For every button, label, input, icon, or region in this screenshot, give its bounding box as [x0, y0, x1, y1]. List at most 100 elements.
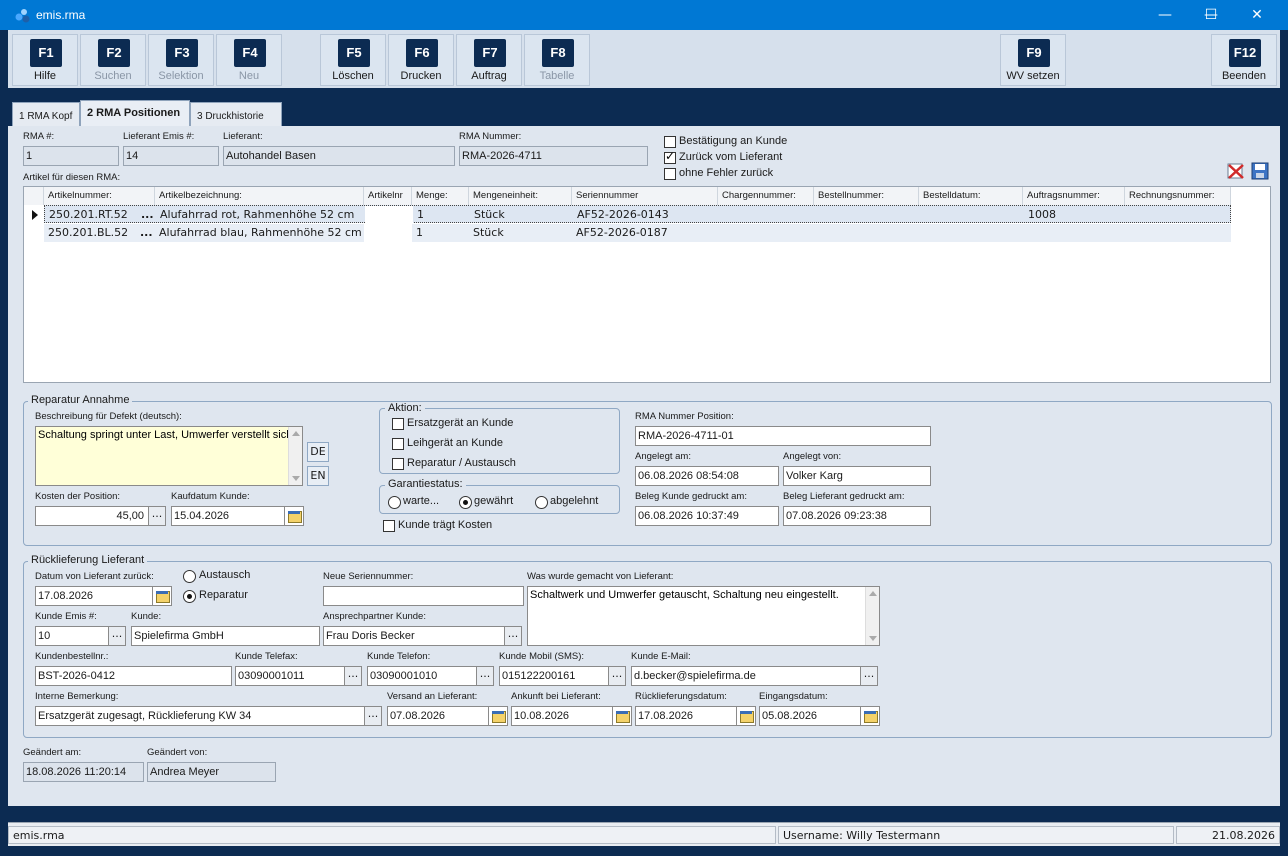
print-button[interactable]: F6 Drucken — [388, 34, 454, 86]
mobil-field[interactable]: 015122200161 — [499, 666, 609, 686]
calendar-icon[interactable] — [860, 706, 880, 726]
save-icon[interactable] — [1251, 162, 1269, 180]
calendar-icon[interactable] — [612, 706, 632, 726]
grid-header-bestellnummer[interactable]: Bestellnummer: — [814, 187, 919, 205]
cell-artikelnr[interactable] — [365, 206, 413, 224]
new-button[interactable]: F4 Neu — [216, 34, 282, 86]
calendar-icon[interactable] — [284, 506, 304, 526]
grid-header-artikelnr[interactable]: Artikelnr — [364, 187, 412, 205]
beschreibung-textarea[interactable]: Schaltung springt unter Last, Umwerfer v… — [35, 426, 303, 486]
table-row[interactable]: 250.201.RT.52 ... Alufahrrad rot, Rahmen… — [44, 205, 1231, 224]
tab-rma-kopf[interactable]: 1 RMA Kopf — [12, 102, 80, 126]
angelegt-am-field[interactable]: 06.08.2026 08:54:08 — [635, 466, 779, 486]
minimize-button-2[interactable]: — — [1142, 0, 1188, 30]
angelegt-von-field[interactable]: Volker Karg — [783, 466, 931, 486]
ankunft-field[interactable]: 10.08.2026 — [511, 706, 613, 726]
rma-position-field[interactable]: RMA-2026-4711-01 — [635, 426, 931, 446]
cell-seriennummer[interactable]: AF52-2026-0143 — [573, 206, 719, 224]
calendar-icon[interactable] — [736, 706, 756, 726]
email-lookup-button[interactable]: ... — [860, 666, 878, 686]
help-button[interactable]: F1 Hilfe — [12, 34, 78, 86]
beschreibung-scrollbar[interactable] — [288, 427, 302, 485]
garantie-gewaehrt-radio[interactable] — [459, 496, 472, 509]
cell-auftragsnummer[interactable]: 1008 — [1024, 206, 1126, 224]
lookup-button[interactable]: ... — [136, 224, 156, 242]
lang-en-button[interactable]: EN — [307, 466, 329, 486]
tab-druckhistorie[interactable]: 3 Druckhistorie — [190, 102, 282, 126]
grid-header-chargennummer[interactable]: Chargennummer: — [718, 187, 814, 205]
lieferant-emis-field[interactable]: 14 — [123, 146, 219, 166]
kunde-kosten-checkbox[interactable] — [383, 520, 395, 532]
lookup-button[interactable]: ... — [137, 206, 157, 224]
ruecklieferungsdatum-field[interactable]: 17.08.2026 — [635, 706, 737, 726]
table-row[interactable]: 250.201.BL.52 ... Alufahrrad blau, Rahme… — [44, 224, 1231, 242]
exit-button[interactable]: F12 Beenden — [1211, 34, 1277, 86]
datum-zurueck-field[interactable]: 17.08.2026 — [35, 586, 153, 606]
telefax-field[interactable]: 03090001011 — [235, 666, 345, 686]
maximize-button[interactable]: ☐ — [1188, 0, 1234, 30]
cell-menge[interactable]: 1 — [413, 206, 470, 224]
grid-header-artikelnummer[interactable]: Artikelnummer: — [44, 187, 155, 205]
leihgeraet-checkbox[interactable] — [392, 438, 404, 450]
beleg-kunde-field[interactable]: 06.08.2026 10:37:49 — [635, 506, 779, 526]
grid-header-mengeneinheit[interactable]: Mengeneinheit: — [469, 187, 572, 205]
kundenbestellnr-field[interactable]: BST-2026-0412 — [35, 666, 232, 686]
mobil-lookup-button[interactable]: ... — [608, 666, 626, 686]
grid-header-artikelbezeichnung[interactable]: Artikelbezeichnung: — [155, 187, 364, 205]
cell-menge[interactable]: 1 — [412, 224, 469, 242]
reparatur-radio[interactable] — [183, 590, 196, 603]
was-gemacht-textarea[interactable]: Schaltwerk und Umwerfer getauscht, Schal… — [527, 586, 880, 646]
grid-header-bestelldatum[interactable]: Bestelldatum: — [919, 187, 1023, 205]
cell-artikelbezeichnung[interactable]: Alufahrrad blau, Rahmenhöhe 52 cm — [155, 224, 364, 242]
close-button[interactable]: ✕ — [1234, 0, 1280, 30]
cell-seriennummer[interactable]: AF52-2026-0187 — [572, 224, 718, 242]
telefon-lookup-button[interactable]: ... — [476, 666, 494, 686]
email-field[interactable]: d.becker@spielefirma.de — [631, 666, 861, 686]
zurueck-checkbox[interactable] — [664, 149, 676, 164]
garantie-warte-radio[interactable] — [388, 496, 401, 509]
geaendert-am-field[interactable]: 18.08.2026 11:20:14 — [23, 762, 144, 782]
bemerkung-field[interactable]: Ersatzgerät zugesagt, Rücklieferung KW 3… — [35, 706, 365, 726]
kunde-emis-field[interactable]: 10 — [35, 626, 109, 646]
delete-row-icon[interactable] — [1227, 162, 1245, 180]
ersatzgeraet-checkbox[interactable] — [392, 418, 404, 430]
ansprechpartner-field[interactable]: Frau Doris Becker — [323, 626, 505, 646]
grid-header-rechnungsnummer[interactable]: Rechnungsnummer: — [1125, 187, 1231, 205]
delete-button[interactable]: F5 Löschen — [320, 34, 386, 86]
ohne-fehler-checkbox[interactable] — [664, 168, 676, 180]
cell-mengeneinheit[interactable]: Stück — [469, 224, 572, 242]
calendar-icon[interactable] — [488, 706, 508, 726]
kosten-field[interactable]: 45,00 — [35, 506, 149, 526]
search-button[interactable]: F2 Suchen — [80, 34, 146, 86]
kunde-lookup-button[interactable]: ... — [108, 626, 126, 646]
geaendert-von-field[interactable]: Andrea Meyer — [147, 762, 276, 782]
cell-mengeneinheit[interactable]: Stück — [470, 206, 573, 224]
eingangsdatum-field[interactable]: 05.08.2026 — [759, 706, 861, 726]
garantie-abgelehnt-radio[interactable] — [535, 496, 548, 509]
grid-header-menge[interactable]: Menge: — [412, 187, 469, 205]
lieferant-field[interactable]: Autohandel Basen — [223, 146, 455, 166]
versand-field[interactable]: 07.08.2026 — [387, 706, 489, 726]
kaufdatum-field[interactable]: 15.04.2026 — [171, 506, 285, 526]
tab-rma-positionen[interactable]: 2 RMA Positionen — [80, 100, 190, 127]
telefax-lookup-button[interactable]: ... — [344, 666, 362, 686]
set-followup-button[interactable]: F9 WV setzen — [1000, 34, 1066, 86]
table-button[interactable]: F8 Tabelle — [524, 34, 590, 86]
was-gemacht-scrollbar[interactable] — [865, 587, 879, 645]
rma-nummer-field[interactable]: RMA-2026-4711 — [459, 146, 648, 166]
bestaetigung-checkbox[interactable] — [664, 136, 676, 148]
beleg-lieferant-field[interactable]: 07.08.2026 09:23:38 — [783, 506, 931, 526]
rma-field[interactable]: 1 — [23, 146, 119, 166]
neue-seriennummer-field[interactable] — [323, 586, 524, 606]
reparatur-austausch-checkbox[interactable] — [392, 458, 404, 470]
ansprechpartner-lookup-button[interactable]: ... — [504, 626, 522, 646]
cell-artikelbezeichnung[interactable]: Alufahrrad rot, Rahmenhöhe 52 cm — [156, 206, 365, 224]
telefon-field[interactable]: 03090001010 — [367, 666, 477, 686]
order-button[interactable]: F7 Auftrag — [456, 34, 522, 86]
bemerkung-lookup-button[interactable]: ... — [364, 706, 382, 726]
grid-header-auftragsnummer[interactable]: Auftragsnummer: — [1023, 187, 1125, 205]
kunde-field[interactable]: Spielefirma GmbH — [131, 626, 320, 646]
selection-button[interactable]: F3 Selektion — [148, 34, 214, 86]
kosten-lookup-button[interactable]: ... — [148, 506, 166, 526]
calendar-icon[interactable] — [152, 586, 172, 606]
